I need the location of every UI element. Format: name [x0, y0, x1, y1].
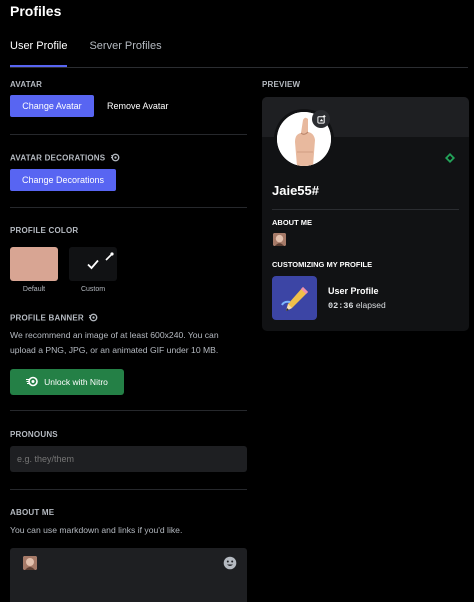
avatar-section-label: AVATAR — [10, 80, 43, 89]
preview-activity-label: CUSTOMIZING MY PROFILE — [272, 260, 373, 269]
change-avatar-button[interactable]: Change Avatar — [10, 95, 94, 117]
unlock-with-nitro-button[interactable]: Unlock with Nitro — [10, 369, 124, 395]
profile-banner-label-text: PROFILE BANNER — [10, 313, 84, 323]
preview-divider — [272, 209, 459, 210]
about-me-label: ABOUT ME — [10, 508, 55, 517]
edit-avatar-icon[interactable] — [312, 110, 330, 128]
default-color-swatch[interactable] — [10, 247, 58, 281]
activity-title: User Profile — [328, 286, 379, 296]
profile-color-label: PROFILE COLOR — [10, 226, 79, 235]
banner-description-line: upload a PNG, JPG, or an animated GIF un… — [10, 345, 219, 355]
custom-color-swatch[interactable] — [69, 247, 117, 281]
avatar-decorations-label: AVATAR DECORATIONS — [10, 153, 120, 164]
nitro-badge-icon — [89, 313, 98, 324]
pronouns-input[interactable] — [10, 446, 247, 472]
custom-emoji — [23, 556, 37, 570]
tab-server-profiles[interactable]: Server Profiles — [89, 40, 161, 67]
preview-about-me-emoji — [273, 233, 286, 246]
pronouns-label: PRONOUNS — [10, 430, 58, 439]
nitro-icon — [26, 376, 39, 389]
activity-time: 02:36 — [328, 301, 354, 311]
tab-user-profile[interactable]: User Profile — [10, 40, 68, 67]
page-title: Profiles — [10, 3, 62, 19]
preview-label: PREVIEW — [262, 80, 301, 89]
section-divider — [10, 410, 247, 411]
section-divider — [10, 134, 247, 135]
profile-tabs: User Profile Server Profiles — [10, 40, 184, 68]
avatar-decorations-label-text: AVATAR DECORATIONS — [10, 153, 106, 163]
about-me-hint: You can use markdown and links if you'd … — [10, 525, 183, 535]
preview-username: Jaie55# — [272, 183, 319, 198]
preview-about-me-label: ABOUT ME — [272, 218, 312, 227]
checkmark-icon — [86, 257, 100, 276]
tabs-divider — [10, 67, 468, 68]
default-color-caption: Default — [22, 286, 46, 293]
unlock-with-nitro-label: Unlock with Nitro — [44, 377, 108, 387]
section-divider — [10, 489, 247, 490]
remove-avatar-button[interactable]: Remove Avatar — [107, 101, 168, 111]
profile-preview-card: Jaie55# ABOUT ME CUSTOMIZING MY PROFILE … — [262, 97, 469, 331]
activity-elapsed-suffix: elapsed — [355, 300, 386, 310]
pencil-activity-icon — [272, 276, 317, 320]
custom-color-caption: Custom — [80, 286, 106, 293]
activity-elapsed: 02:36 elapsed — [328, 300, 386, 311]
profile-banner-label: PROFILE BANNER — [10, 313, 98, 324]
change-decorations-button[interactable]: Change Decorations — [10, 169, 116, 191]
about-me-textarea[interactable] — [10, 548, 247, 602]
profile-banner-description: We recommend an image of at least 600x24… — [10, 328, 250, 358]
nitro-badge-icon — [110, 153, 120, 164]
emoji-picker-icon[interactable] — [223, 556, 237, 575]
section-divider — [10, 207, 247, 208]
profiles-settings-page: Profiles User Profile Server Profiles AV… — [0, 0, 474, 602]
eyedropper-icon[interactable] — [104, 249, 114, 267]
banner-description-line: We recommend an image of at least 600x24… — [10, 330, 219, 340]
nitro-gem-icon — [445, 150, 455, 168]
